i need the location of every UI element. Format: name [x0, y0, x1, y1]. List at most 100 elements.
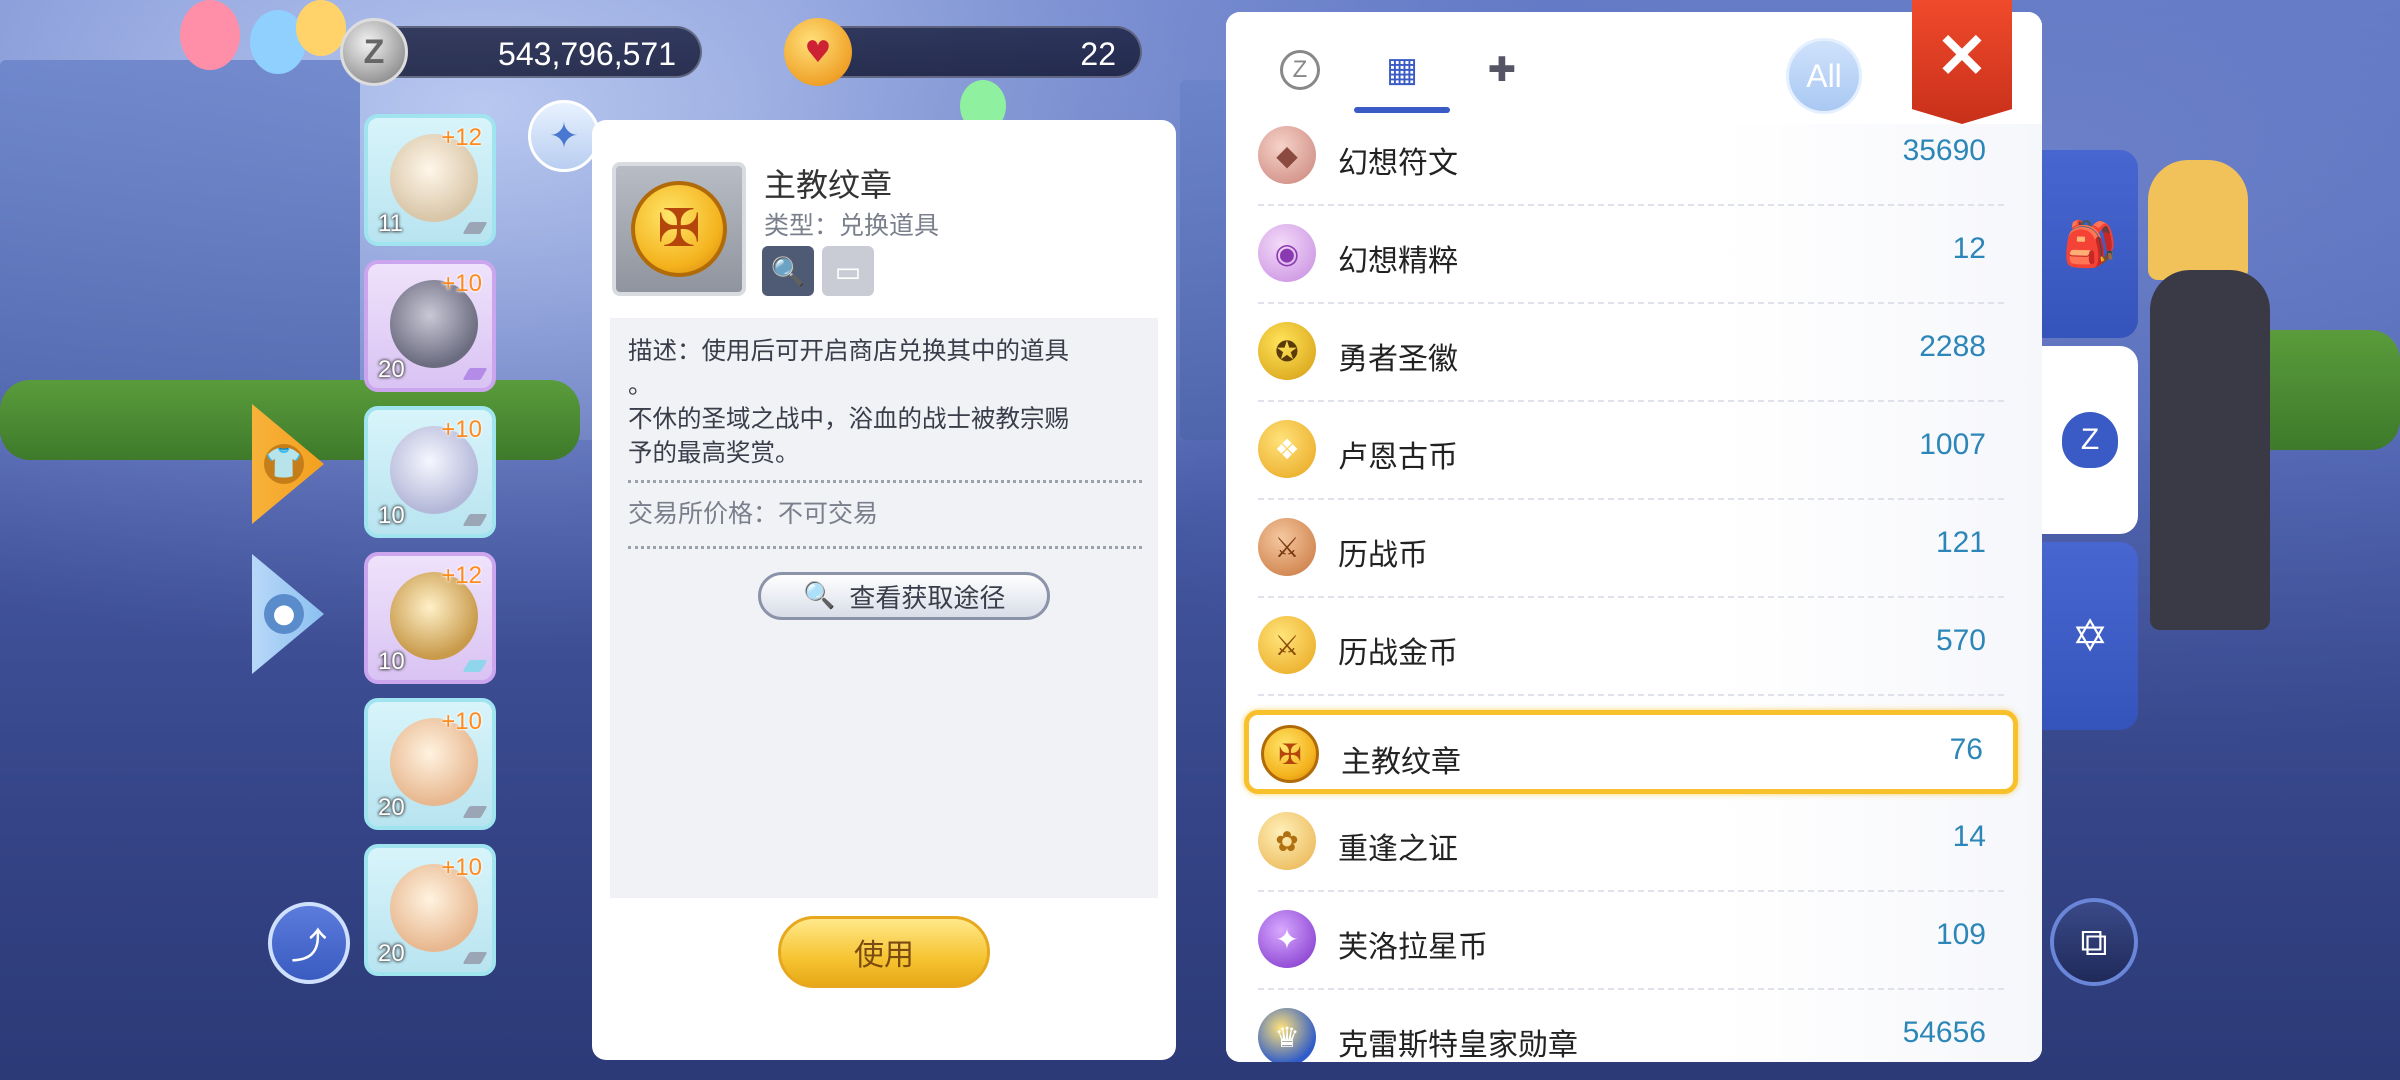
list-item[interactable]: ⚔ 历战币 121 — [1246, 500, 2016, 598]
refine-level: +12 — [441, 124, 482, 151]
close-icon: ✕ — [1936, 21, 1988, 91]
use-label: 使用 — [854, 938, 914, 973]
battle-gold-coin-icon: ⚔ — [1258, 616, 1316, 674]
item-count: 20 — [378, 794, 405, 821]
refine-level: +10 — [441, 270, 482, 297]
cat-coin-bar: 22 — [808, 26, 1142, 78]
list-item[interactable]: ✦ 芙洛拉星币 109 — [1246, 892, 2016, 990]
item-count: 570 — [1935, 624, 1986, 657]
description-line: 不休的圣域之战中，浴血的战士被教宗赐 — [628, 404, 1069, 433]
balloon — [180, 0, 240, 70]
tab-hexagram[interactable]: ✡ — [2042, 542, 2138, 730]
tab-shop[interactable]: ▦ — [1374, 42, 1430, 98]
search-icon: 🔍 — [803, 581, 836, 611]
item-count: 109 — [1935, 918, 1986, 951]
tab-zeny[interactable]: Z — [1272, 42, 1328, 98]
shirt-icon: 👕 — [264, 444, 304, 484]
description-line: 予的最高奖赏。 — [628, 438, 800, 467]
grade-marker — [462, 368, 488, 380]
stash-icon[interactable]: ▭ — [822, 246, 874, 296]
zeny-icon: Z — [1280, 50, 1320, 90]
hexagram-icon: ✡ — [2071, 610, 2109, 662]
item-count: 2288 — [1919, 330, 1986, 363]
list-item-selected[interactable]: ✠ 主教纹章 76 — [1244, 710, 2018, 794]
item-count: 54656 — [1902, 1016, 1986, 1049]
description-box: 描述：使用后可开启商店兑换其中的道具 。 不休的圣域之战中，浴血的战士被教宗赐 … — [610, 318, 1158, 898]
item-count: 10 — [378, 502, 405, 529]
divider — [628, 546, 1142, 549]
zeny-coin-icon: Z — [340, 18, 408, 86]
refine-level: +10 — [441, 854, 482, 881]
item-name: 历战币 — [1338, 538, 1428, 573]
person-icon: ● — [264, 594, 304, 634]
item-name: 芙洛拉星币 — [1338, 930, 1488, 965]
row-divider — [1258, 694, 2004, 696]
item-list: ◆ 幻想符文 35690 ◉ 幻想精粹 12 ✪ 勇者圣徽 2288 ❖ 卢恩古… — [1226, 124, 2042, 1062]
description-line: 描述：使用后可开启商店兑换其中的道具 — [628, 336, 1069, 365]
zeny-value: 543,796,571 — [498, 36, 676, 72]
item-count: 10 — [378, 648, 405, 675]
equipment-slot[interactable]: +12 11 — [364, 114, 496, 246]
refine-level: +12 — [441, 562, 482, 589]
window-toggle-icon: ⧉ — [2080, 919, 2108, 964]
close-button[interactable]: ✕ — [1912, 0, 2012, 124]
equipment-slot[interactable]: +10 20 — [364, 698, 496, 830]
item-count: 35690 — [1902, 134, 1986, 167]
toggle-layout-button[interactable]: ⧉ — [2050, 898, 2138, 986]
grade-marker — [462, 514, 488, 526]
flora-star-coin-icon: ✦ — [1258, 910, 1316, 968]
view-source-label: 查看获取途径 — [849, 583, 1006, 614]
item-type: 类型：兑换道具 — [764, 211, 940, 240]
item-name: 重逢之证 — [1338, 832, 1458, 867]
item-count: 11 — [378, 210, 403, 237]
share-button[interactable]: ⤴ — [268, 902, 350, 984]
list-item[interactable]: ❖ 卢恩古币 1007 — [1246, 402, 2016, 500]
zeny-bag-icon: Z — [2062, 412, 2118, 468]
view-source-button[interactable]: 🔍 查看获取途径 — [758, 572, 1050, 620]
cat-coin-icon: ♥ — [784, 18, 852, 86]
equipment-slot[interactable]: +12 10 — [364, 552, 496, 684]
list-item[interactable]: ◆ 幻想符文 35690 — [1246, 108, 2016, 206]
item-count: 20 — [378, 356, 405, 383]
list-item[interactable]: ✪ 勇者圣徽 2288 — [1246, 304, 2016, 402]
puzzle-icon: ✚ — [1487, 50, 1517, 90]
grade-marker — [462, 952, 488, 964]
item-name: 卢恩古币 — [1338, 440, 1458, 475]
item-icon-frame: ✠ — [612, 162, 746, 296]
item-detail-panel: ✠ 主教纹章 类型：兑换道具 🔍 ▭ 描述：使用后可开启商店兑换其中的道具 。 … — [592, 120, 1176, 1060]
item-count: 76 — [1949, 733, 1983, 766]
equipment-slot[interactable]: +10 20 — [364, 844, 496, 976]
item-count: 121 — [1935, 526, 1986, 559]
costume-icon[interactable]: ✦ — [528, 100, 600, 172]
royal-medal-icon: ♛ — [1258, 1008, 1316, 1062]
divider — [628, 480, 1142, 483]
refine-level: +10 — [441, 708, 482, 735]
list-item[interactable]: ⚔ 历战金币 570 — [1246, 598, 2016, 696]
exchange-price: 交易所价格：不可交易 — [628, 499, 879, 528]
use-button[interactable]: 使用 — [778, 916, 990, 988]
tab-backpack[interactable]: 🎒 — [2042, 150, 2138, 338]
battle-coin-icon: ⚔ — [1258, 518, 1316, 576]
item-count: 20 — [378, 940, 405, 967]
grade-marker — [462, 660, 488, 672]
grade-marker — [462, 222, 488, 234]
equipment-slot[interactable]: +10 10 — [364, 406, 496, 538]
equipment-slot[interactable]: +10 20 — [364, 260, 496, 392]
filter-all-button[interactable]: All — [1786, 38, 1862, 114]
tab-zeny-bag[interactable]: Z — [2042, 346, 2138, 534]
hero-emblem-icon: ✪ — [1258, 322, 1316, 380]
balloon — [296, 0, 346, 56]
item-search-icon[interactable]: 🔍 — [762, 246, 814, 296]
item-name: 幻想符文 — [1338, 146, 1458, 181]
reunion-proof-icon: ✿ — [1258, 812, 1316, 870]
rune-coin-icon: ❖ — [1258, 420, 1316, 478]
tab-puzzle[interactable]: ✚ — [1474, 42, 1530, 98]
list-item[interactable]: ✿ 重逢之证 14 — [1246, 794, 2016, 892]
list-item[interactable]: ♛ 克雷斯特皇家勋章 54656 — [1246, 990, 2016, 1062]
cat-coin-value: 22 — [1080, 36, 1116, 72]
backpack-icon: 🎒 — [2062, 219, 2118, 270]
item-count: 14 — [1952, 820, 1986, 853]
npc-character-body — [2150, 270, 2270, 630]
bishop-emblem-icon: ✠ — [1261, 725, 1319, 783]
list-item[interactable]: ◉ 幻想精粹 12 — [1246, 206, 2016, 304]
